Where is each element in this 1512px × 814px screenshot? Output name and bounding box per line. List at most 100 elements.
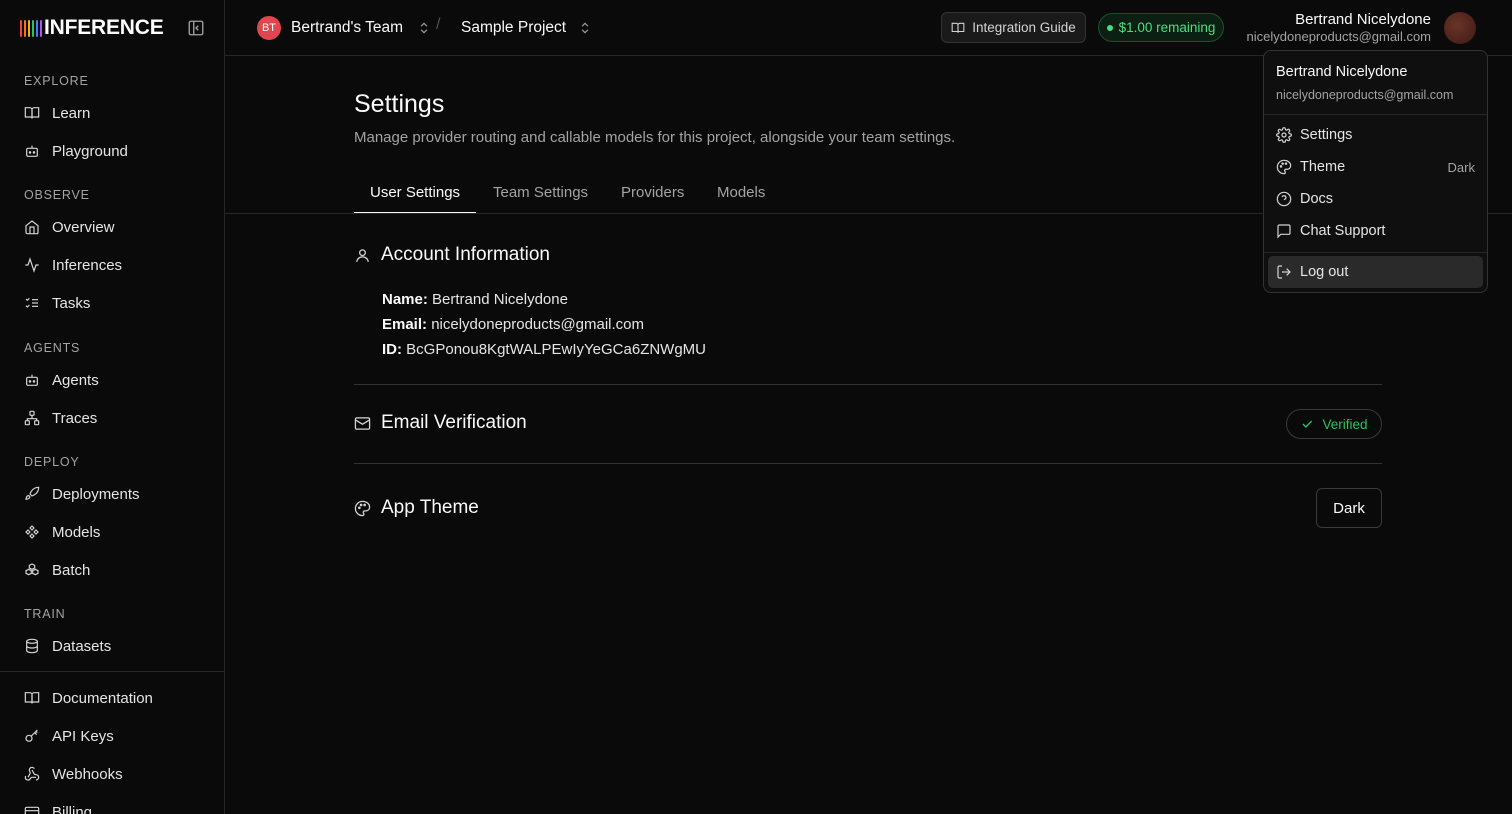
database-icon [26,638,38,654]
sidebar-item-label: Billing [52,803,93,814]
palette-icon [354,500,371,516]
menu-item-label: Log out [1300,264,1349,280]
page-description: Manage provider routing and callable mod… [354,129,956,146]
avatar[interactable] [1444,12,1476,44]
team-name: Bertrand's Team [291,19,404,36]
account-name-row: Name: Bertrand Nicelydone [382,291,568,308]
section-divider [354,463,1382,464]
dropdown-divider [1264,252,1487,253]
webhook-icon [24,766,40,781]
book-icon [24,692,40,704]
sidebar-item-batch[interactable]: Batch [12,552,212,588]
menu-item-chat-support[interactable]: Chat Support [1268,215,1483,247]
sidebar-toggle-icon[interactable] [187,19,205,37]
breadcrumb-separator: / [436,16,441,33]
menu-item-theme[interactable]: Theme Dark [1268,151,1483,183]
sidebar-item-label: Agents [52,371,99,389]
list-checks-icon [25,297,38,308]
account-info-header: Account Information [354,244,550,266]
menu-item-label: Docs [1300,191,1334,207]
check-icon [1302,420,1313,428]
sidebar-item-inferences[interactable]: Inferences [12,247,212,283]
sidebar-item-playground[interactable]: Playground [12,133,212,169]
gear-icon [1276,127,1292,143]
app-root: INFERENCE EXPLORE Learn Playground OBSER… [0,0,1512,814]
section-label-train: TRAIN [24,607,66,621]
dropdown-divider [1264,114,1487,115]
sidebar-item-overview[interactable]: Overview [12,209,212,245]
theme-toggle-button[interactable]: Dark [1316,488,1382,528]
brand-logo[interactable]: INFERENCE [20,16,164,40]
team-avatar: BT [257,16,281,40]
menu-item-label: Settings [1300,127,1353,143]
name-value: Bertrand Nicelydone [432,291,568,308]
sidebar-item-label: Deployments [52,485,140,503]
brand-name: INFERENCE [44,16,164,39]
user-menu-trigger[interactable]: Bertrand Nicelydone nicelydoneproducts@g… [1247,11,1431,45]
sidebar-item-agents[interactable]: Agents [12,362,212,398]
user-email: nicelydoneproducts@gmail.com [1246,29,1431,44]
tab-user-settings[interactable]: User Settings [354,184,477,214]
message-square-icon [1277,224,1291,239]
project-switcher[interactable]: Sample Project [461,15,592,41]
dropdown-user-name: Bertrand Nicelydone [1276,64,1408,80]
credit-badge[interactable]: $1.00 remaining [1098,13,1224,42]
mail-icon [354,416,371,430]
integration-guide-label: Integration Guide [972,20,1076,35]
tab-providers[interactable]: Providers [605,184,700,214]
rocket-icon [25,486,40,501]
log-out-icon [1277,265,1291,279]
sidebar-item-label: Tasks [52,294,91,312]
sidebar-item-label: Traces [52,409,98,427]
sidebar-item-models[interactable]: Models [12,514,212,550]
sidebar-item-learn[interactable]: Learn [12,95,212,131]
sidebar-item-deployments[interactable]: Deployments [12,476,212,512]
tab-models[interactable]: Models [701,184,781,214]
user-dropdown-menu: Bertrand Nicelydone nicelydoneproducts@g… [1263,50,1488,293]
sidebar-item-datasets[interactable]: Datasets [12,628,212,664]
sidebar-item-documentation[interactable]: Documentation [12,680,212,716]
help-circle-icon [1276,191,1292,207]
verified-label: Verified [1322,416,1368,432]
sidebar-item-traces[interactable]: Traces [12,400,212,436]
sidebar-item-api-keys[interactable]: API Keys [12,718,212,754]
sidebar-item-label: Webhooks [52,765,123,783]
email-verification-title: Email Verification [381,412,527,433]
menu-item-log-out[interactable]: Log out [1268,256,1483,288]
section-label-agents: AGENTS [24,341,81,355]
menu-item-settings[interactable]: Settings [1268,119,1483,151]
email-label: Email: [382,316,428,333]
project-name: Sample Project [461,19,567,36]
sidebar-item-billing[interactable]: Billing [12,794,212,814]
book-icon [951,22,965,33]
sidebar: INFERENCE EXPLORE Learn Playground OBSER… [0,0,225,814]
network-icon [24,410,40,426]
boxes-icon [25,563,39,576]
sidebar-item-webhooks[interactable]: Webhooks [12,756,212,792]
sidebar-item-label: Playground [52,142,128,160]
name-label: Name: [382,291,428,308]
user-name: Bertrand Nicelydone [1295,11,1431,28]
chevrons-up-down-icon [581,22,589,34]
tab-team-settings[interactable]: Team Settings [477,184,604,214]
sidebar-item-label: Overview [52,218,115,236]
bot-icon [26,145,38,157]
sidebar-item-label: Inferences [52,256,123,274]
integration-guide-button[interactable]: Integration Guide [941,12,1086,43]
menu-item-label: Theme [1300,159,1346,175]
id-label: ID: [382,341,402,358]
app-theme-title: App Theme [381,497,479,518]
chevrons-up-down-icon [420,22,428,34]
brand-logo-bars [20,19,42,37]
sidebar-item-tasks[interactable]: Tasks [12,285,212,321]
section-label-explore: EXPLORE [24,74,89,88]
activity-icon [25,257,39,273]
team-switcher[interactable]: BT Bertrand's Team [257,15,431,41]
dropdown-user-email: nicelydoneproducts@gmail.com [1276,88,1454,102]
diamond-nodes-icon [25,525,39,539]
page-title: Settings [354,90,445,118]
account-email-row: Email: nicelydoneproducts@gmail.com [382,316,644,333]
menu-item-docs[interactable]: Docs [1268,183,1483,215]
status-badge: Verified [1286,409,1382,439]
theme-current-value: Dark [1447,159,1475,175]
